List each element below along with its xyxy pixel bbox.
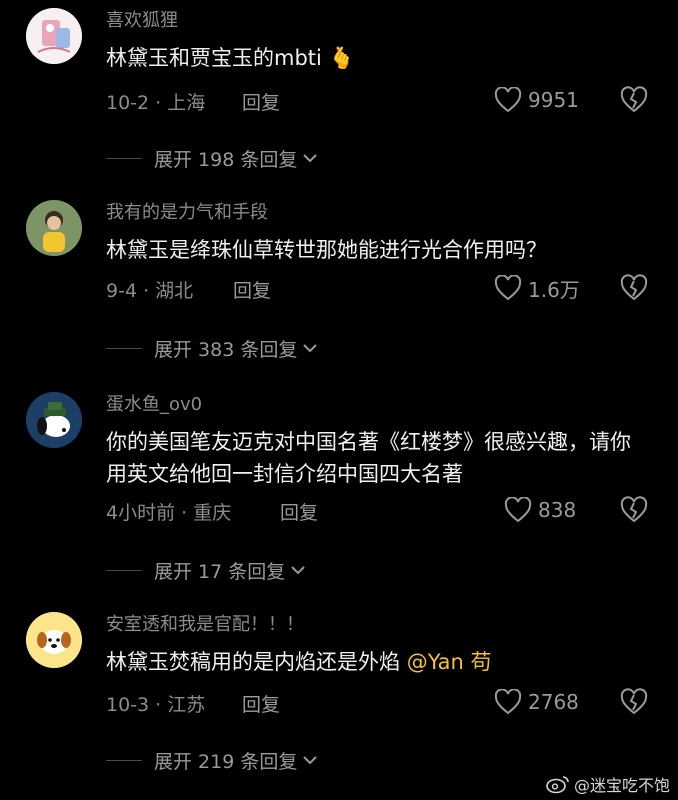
like-button[interactable]: 838: [504, 496, 614, 524]
mention-link[interactable]: @Yan 苟: [407, 650, 492, 674]
comment-text: 林黛玉是绛珠仙草转世那她能进行光合作用吗？: [106, 238, 547, 262]
avatar[interactable]: [26, 392, 82, 448]
expand-replies[interactable]: 展开 383 条回复: [106, 334, 318, 362]
like-count: 838: [538, 498, 577, 522]
divider: [106, 569, 142, 571]
reply-button[interactable]: 回复: [280, 498, 318, 525]
like-button[interactable]: 9951: [494, 86, 604, 114]
like-count: 1.6万: [528, 277, 580, 302]
divider: [106, 759, 142, 761]
username[interactable]: 蛋水鱼_ov0: [106, 390, 202, 416]
expand-replies[interactable]: 展开 219 条回复: [106, 746, 318, 774]
watermark-text: @迷宝吃不饱: [573, 776, 670, 795]
comment-meta: 10-2 · 上海: [106, 92, 206, 114]
heart-icon: [494, 275, 522, 301]
reply-button[interactable]: 回复: [242, 88, 280, 115]
weibo-icon: [546, 776, 569, 794]
broken-heart-icon[interactable]: [619, 688, 649, 716]
heart-icon: [494, 87, 522, 113]
comment-text: 你的美国笔友迈克对中国名著《红楼梦》很感兴趣，请你用英文给他回一封信介绍中国四大…: [106, 430, 631, 486]
comment-text: 林黛玉焚稿用的是内焰还是外焰 @Yan 苟: [106, 646, 651, 678]
heart-icon: [494, 689, 522, 715]
comment-text-body: 林黛玉和贾宝玉的mbti: [106, 46, 322, 70]
divider: [106, 157, 142, 159]
comment-meta: 9-4 · 湖北: [106, 280, 194, 302]
expand-replies-label: 展开 198 条回复: [154, 148, 298, 171]
chevron-down-icon: [303, 344, 318, 353]
chevron-down-icon: [303, 756, 318, 765]
broken-heart-icon[interactable]: [619, 496, 649, 524]
heart-icon: [504, 497, 532, 523]
reply-button[interactable]: 回复: [242, 690, 280, 717]
weibo-watermark: @迷宝吃不饱: [546, 772, 670, 796]
comment-text: 林黛玉和贾宝玉的mbti 🫰: [106, 42, 651, 74]
like-count: 9951: [528, 88, 579, 112]
chevron-down-icon: [291, 566, 305, 575]
fingers-heart-emoji: 🫰: [328, 46, 355, 70]
expand-replies-label: 展开 17 条回复: [154, 560, 286, 583]
divider: [106, 347, 142, 349]
like-button[interactable]: 1.6万: [494, 274, 604, 302]
chevron-down-icon: [303, 154, 318, 163]
expand-replies[interactable]: 展开 198 条回复: [106, 144, 318, 172]
reply-button[interactable]: 回复: [233, 276, 271, 303]
expand-replies[interactable]: 展开 17 条回复: [106, 556, 305, 584]
like-button[interactable]: 2768: [494, 688, 604, 716]
username[interactable]: 喜欢狐狸: [106, 6, 178, 32]
username[interactable]: 我有的是力气和手段: [106, 198, 268, 224]
comment-meta: 10-3 · 江苏: [106, 694, 206, 716]
broken-heart-icon[interactable]: [619, 86, 649, 114]
comment-meta: 4小时前 · 重庆: [106, 502, 232, 524]
broken-heart-icon[interactable]: [619, 274, 649, 302]
avatar[interactable]: [26, 8, 82, 64]
avatar[interactable]: [26, 200, 82, 256]
username[interactable]: 安室透和我是官配！！！: [106, 610, 304, 636]
expand-replies-label: 展开 219 条回复: [154, 750, 298, 773]
expand-replies-label: 展开 383 条回复: [154, 338, 298, 361]
like-count: 2768: [528, 690, 579, 714]
comment-text-body: 林黛玉焚稿用的是内焰还是外焰: [106, 650, 407, 674]
avatar[interactable]: [26, 612, 82, 668]
